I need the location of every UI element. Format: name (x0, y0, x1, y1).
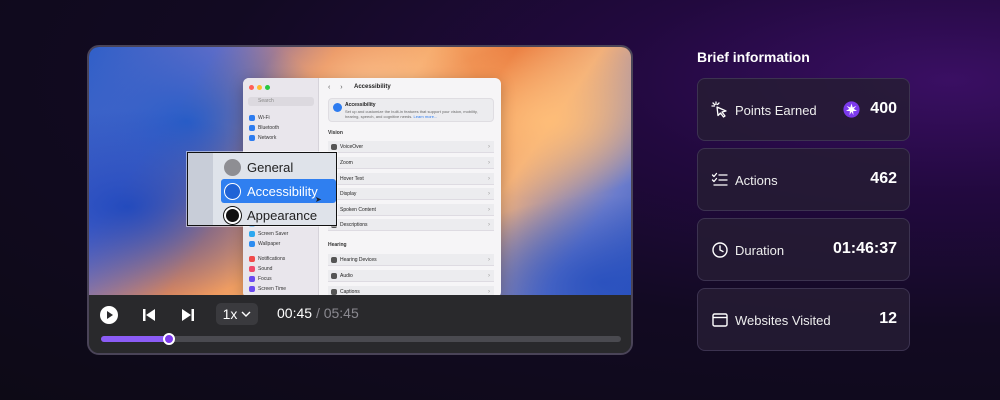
sidebar-item: Screen Saver (249, 230, 288, 238)
appearance-icon (224, 206, 241, 224)
card-label: Duration (735, 243, 785, 258)
chevron-down-icon (241, 311, 251, 317)
actions-card: Actions 462 (697, 148, 910, 211)
section-title-vision: Vision (328, 130, 343, 136)
settings-main: ‹ › Accessibility Accessibility Set up a… (320, 78, 501, 295)
settings-row: Hover Text (328, 173, 494, 185)
intro-title: Accessibility (345, 102, 376, 108)
window-controls (249, 85, 270, 90)
card-label: Websites Visited (735, 313, 831, 328)
zoom-item-general: General (221, 155, 293, 179)
nav-arrows-icon: ‹ › (328, 84, 347, 91)
minimize-dot-icon (257, 85, 262, 90)
time-separator: / (315, 305, 320, 321)
settings-search: Search (248, 97, 314, 106)
next-button[interactable] (178, 305, 198, 325)
video-frame[interactable]: Search Wi-Fi Bluetooth Network Desktop S… (89, 47, 631, 295)
sidebar-item: Screen Time (249, 285, 286, 293)
sidebar-item: Notifications (249, 255, 285, 263)
total-time: 05:45 (323, 305, 359, 321)
play-icon (100, 306, 118, 324)
sidebar-item: Sound (249, 265, 272, 273)
accessibility-icon (224, 182, 241, 200)
settings-row: Hearing Devices (328, 254, 494, 266)
browser-window-icon (712, 313, 728, 327)
player-controls: 1x 00:45 / 05:45 (89, 295, 631, 353)
checklist-icon (711, 172, 728, 186)
zoom-item-appearance: Appearance (221, 203, 317, 227)
progress-fill (101, 336, 169, 342)
sidebar-item: Bluetooth (249, 124, 279, 132)
play-button[interactable] (99, 305, 119, 325)
info-panel-title: Brief information (697, 49, 810, 65)
card-value: 400 (870, 100, 897, 117)
close-dot-icon (249, 85, 254, 90)
video-player: Search Wi-Fi Bluetooth Network Desktop S… (87, 45, 633, 355)
websites-visited-card: Websites Visited 12 (697, 288, 910, 351)
points-badge-icon (843, 101, 860, 118)
sidebar-item: Wallpaper (249, 240, 280, 248)
accessibility-icon (333, 103, 342, 112)
settings-row: Spoken Content (328, 204, 494, 216)
skip-back-icon (143, 309, 155, 321)
card-value: 01:46:37 (832, 240, 897, 257)
gear-icon (224, 158, 241, 176)
cursor-click-icon (711, 101, 727, 118)
settings-title: Accessibility (354, 84, 391, 90)
settings-row: VoiceOver (328, 141, 494, 153)
current-time: 00:45 (277, 305, 313, 321)
card-value: 462 (870, 170, 897, 187)
card-label: Actions (735, 173, 778, 188)
intro-description: Set up and customize the built-in featur… (345, 109, 478, 119)
sidebar-item: Focus (249, 275, 272, 283)
progress-bar[interactable] (101, 333, 621, 345)
accessibility-intro: Accessibility Set up and customize the b… (328, 98, 494, 122)
points-earned-card: Points Earned 400 (697, 78, 910, 141)
section-title-hearing: Hearing (328, 242, 347, 248)
settings-row: Captions (328, 286, 494, 295)
duration-card: Duration 01:46:37 (697, 218, 910, 281)
settings-row: Zoom (328, 157, 494, 169)
skip-forward-icon (182, 309, 194, 321)
progress-handle[interactable] (162, 333, 175, 345)
settings-row: Descriptions (328, 219, 494, 231)
clock-icon (712, 242, 728, 258)
sidebar-item: Wi-Fi (249, 114, 270, 122)
card-label: Points Earned (735, 103, 817, 118)
zoom-sidebar-strip (188, 153, 213, 225)
previous-button[interactable] (139, 305, 159, 325)
settings-row: Audio (328, 270, 494, 282)
maximize-dot-icon (265, 85, 270, 90)
sidebar-item: Network (249, 134, 276, 142)
zoom-magnifier-overlay: General Accessibility ➤ Appearance (187, 152, 337, 226)
settings-row: Display (328, 188, 494, 200)
card-value: 12 (879, 310, 897, 327)
speed-value: 1x (222, 306, 238, 322)
time-display: 00:45 / 05:45 (277, 305, 359, 321)
playback-speed-select[interactable]: 1x (216, 303, 258, 325)
